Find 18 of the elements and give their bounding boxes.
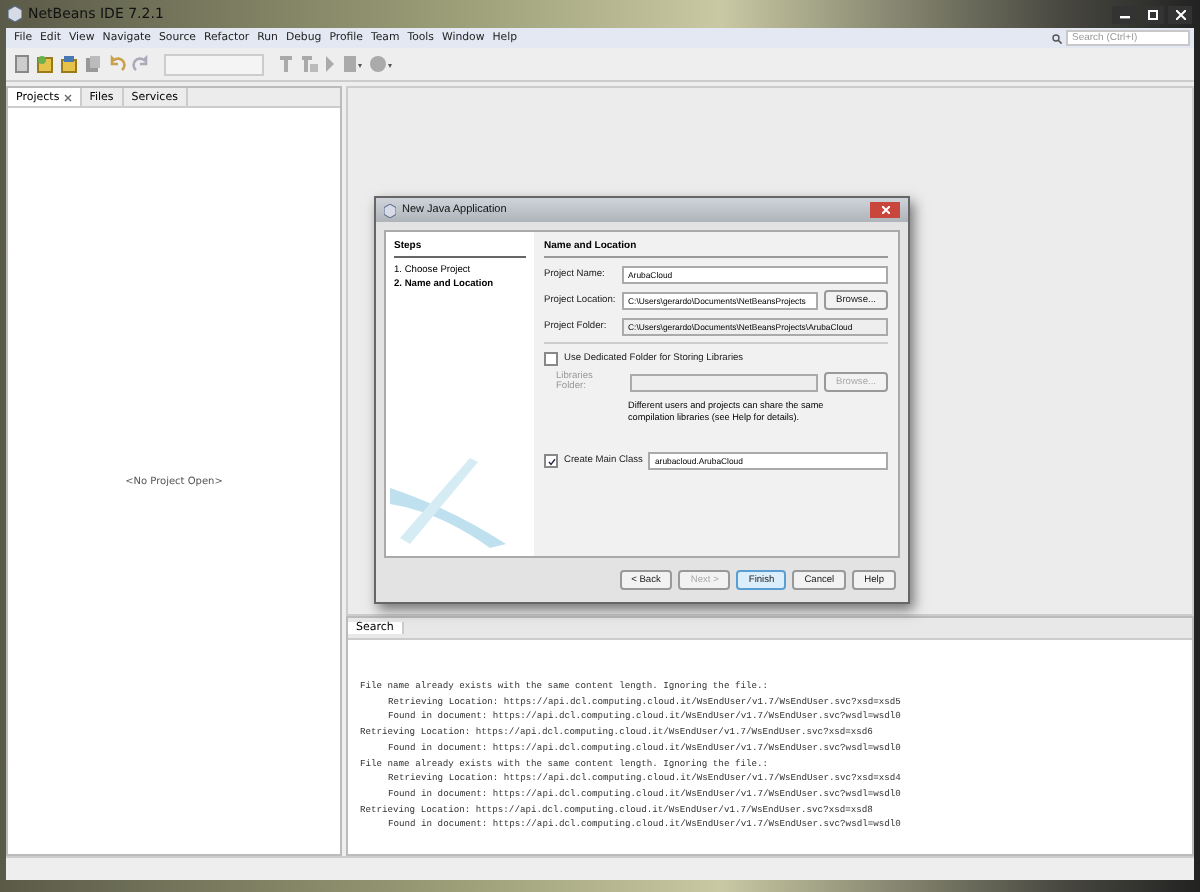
maximize-icon: [1147, 9, 1157, 19]
minimize-button[interactable]: [1112, 5, 1136, 23]
close-icon: [1175, 9, 1185, 19]
redo-icon[interactable]: [132, 54, 150, 74]
app-logo-icon: [8, 6, 22, 22]
close-icon: [881, 206, 889, 214]
checkbox[interactable]: [544, 351, 558, 365]
run-icon[interactable]: [324, 54, 336, 74]
maximize-button[interactable]: [1140, 5, 1164, 23]
open-project-icon[interactable]: [60, 54, 78, 74]
search-icon[interactable]: [1052, 33, 1062, 43]
close-button[interactable]: [1168, 5, 1192, 23]
close-icon[interactable]: [63, 93, 72, 101]
checkbox[interactable]: [544, 454, 558, 468]
undo-icon[interactable]: [108, 54, 126, 74]
new-file-icon[interactable]: [14, 54, 30, 74]
app-logo-icon: [384, 203, 396, 217]
new-project-icon[interactable]: [36, 54, 54, 74]
